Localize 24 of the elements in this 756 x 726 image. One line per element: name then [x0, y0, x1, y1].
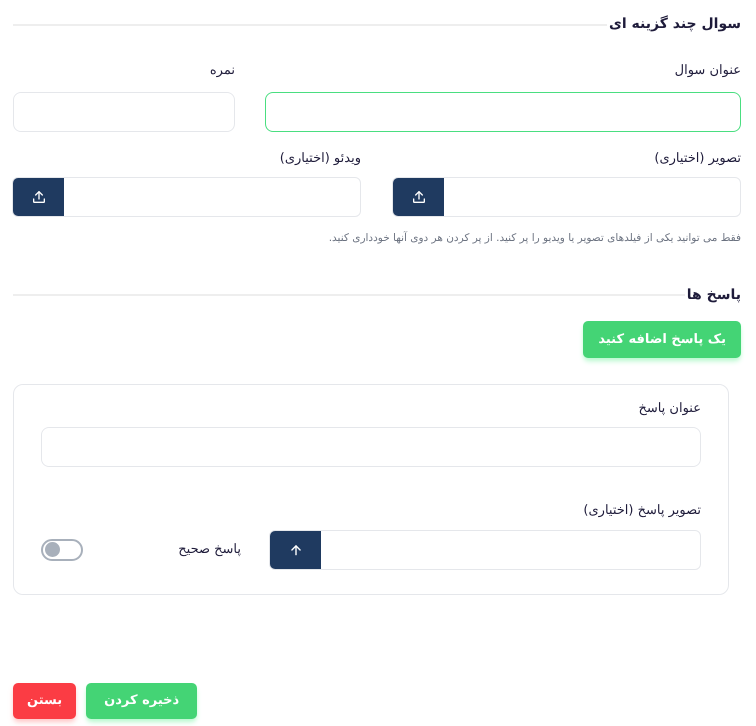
- field-label: عنوان پاسخ: [637, 400, 701, 418]
- file-input[interactable]: [392, 177, 741, 217]
- upload-button[interactable]: [270, 530, 321, 569]
- field-label: نمره: [210, 62, 235, 80]
- field-label: تصویر (اختیاری): [654, 150, 741, 168]
- file-input[interactable]: [12, 177, 361, 217]
- upload-button[interactable]: [13, 178, 64, 216]
- close-button[interactable]: بستن: [13, 683, 76, 719]
- upload-button[interactable]: [393, 178, 444, 216]
- add-answer-button[interactable]: یک پاسخ اضافه کنید: [583, 320, 741, 358]
- field-label: تصویر پاسخ (اختیاری): [582, 502, 701, 520]
- field-label: عنوان سوال: [674, 62, 741, 80]
- section-title: پاسخ ها: [686, 286, 741, 305]
- input-field[interactable]: [265, 92, 741, 132]
- upload-icon: [410, 189, 426, 205]
- toggle-switch[interactable]: [41, 538, 83, 561]
- arrow-up-icon: [288, 542, 302, 557]
- file-input[interactable]: [269, 530, 701, 570]
- field-label: ویدئو (اختیاری): [280, 150, 361, 168]
- upload-icon: [30, 189, 46, 205]
- toggle-label: پاسخ صحیح: [178, 541, 241, 559]
- save-button[interactable]: ذخیره کردن: [86, 683, 198, 719]
- section-title: سوال چند گزینه ای: [609, 14, 741, 34]
- hint-text: فقط می توانید یکی از فیلدهای تصویر یا ویدیو را پر کنید. از پر کردن هر دوی آنها خودداری کنید.: [328, 231, 741, 246]
